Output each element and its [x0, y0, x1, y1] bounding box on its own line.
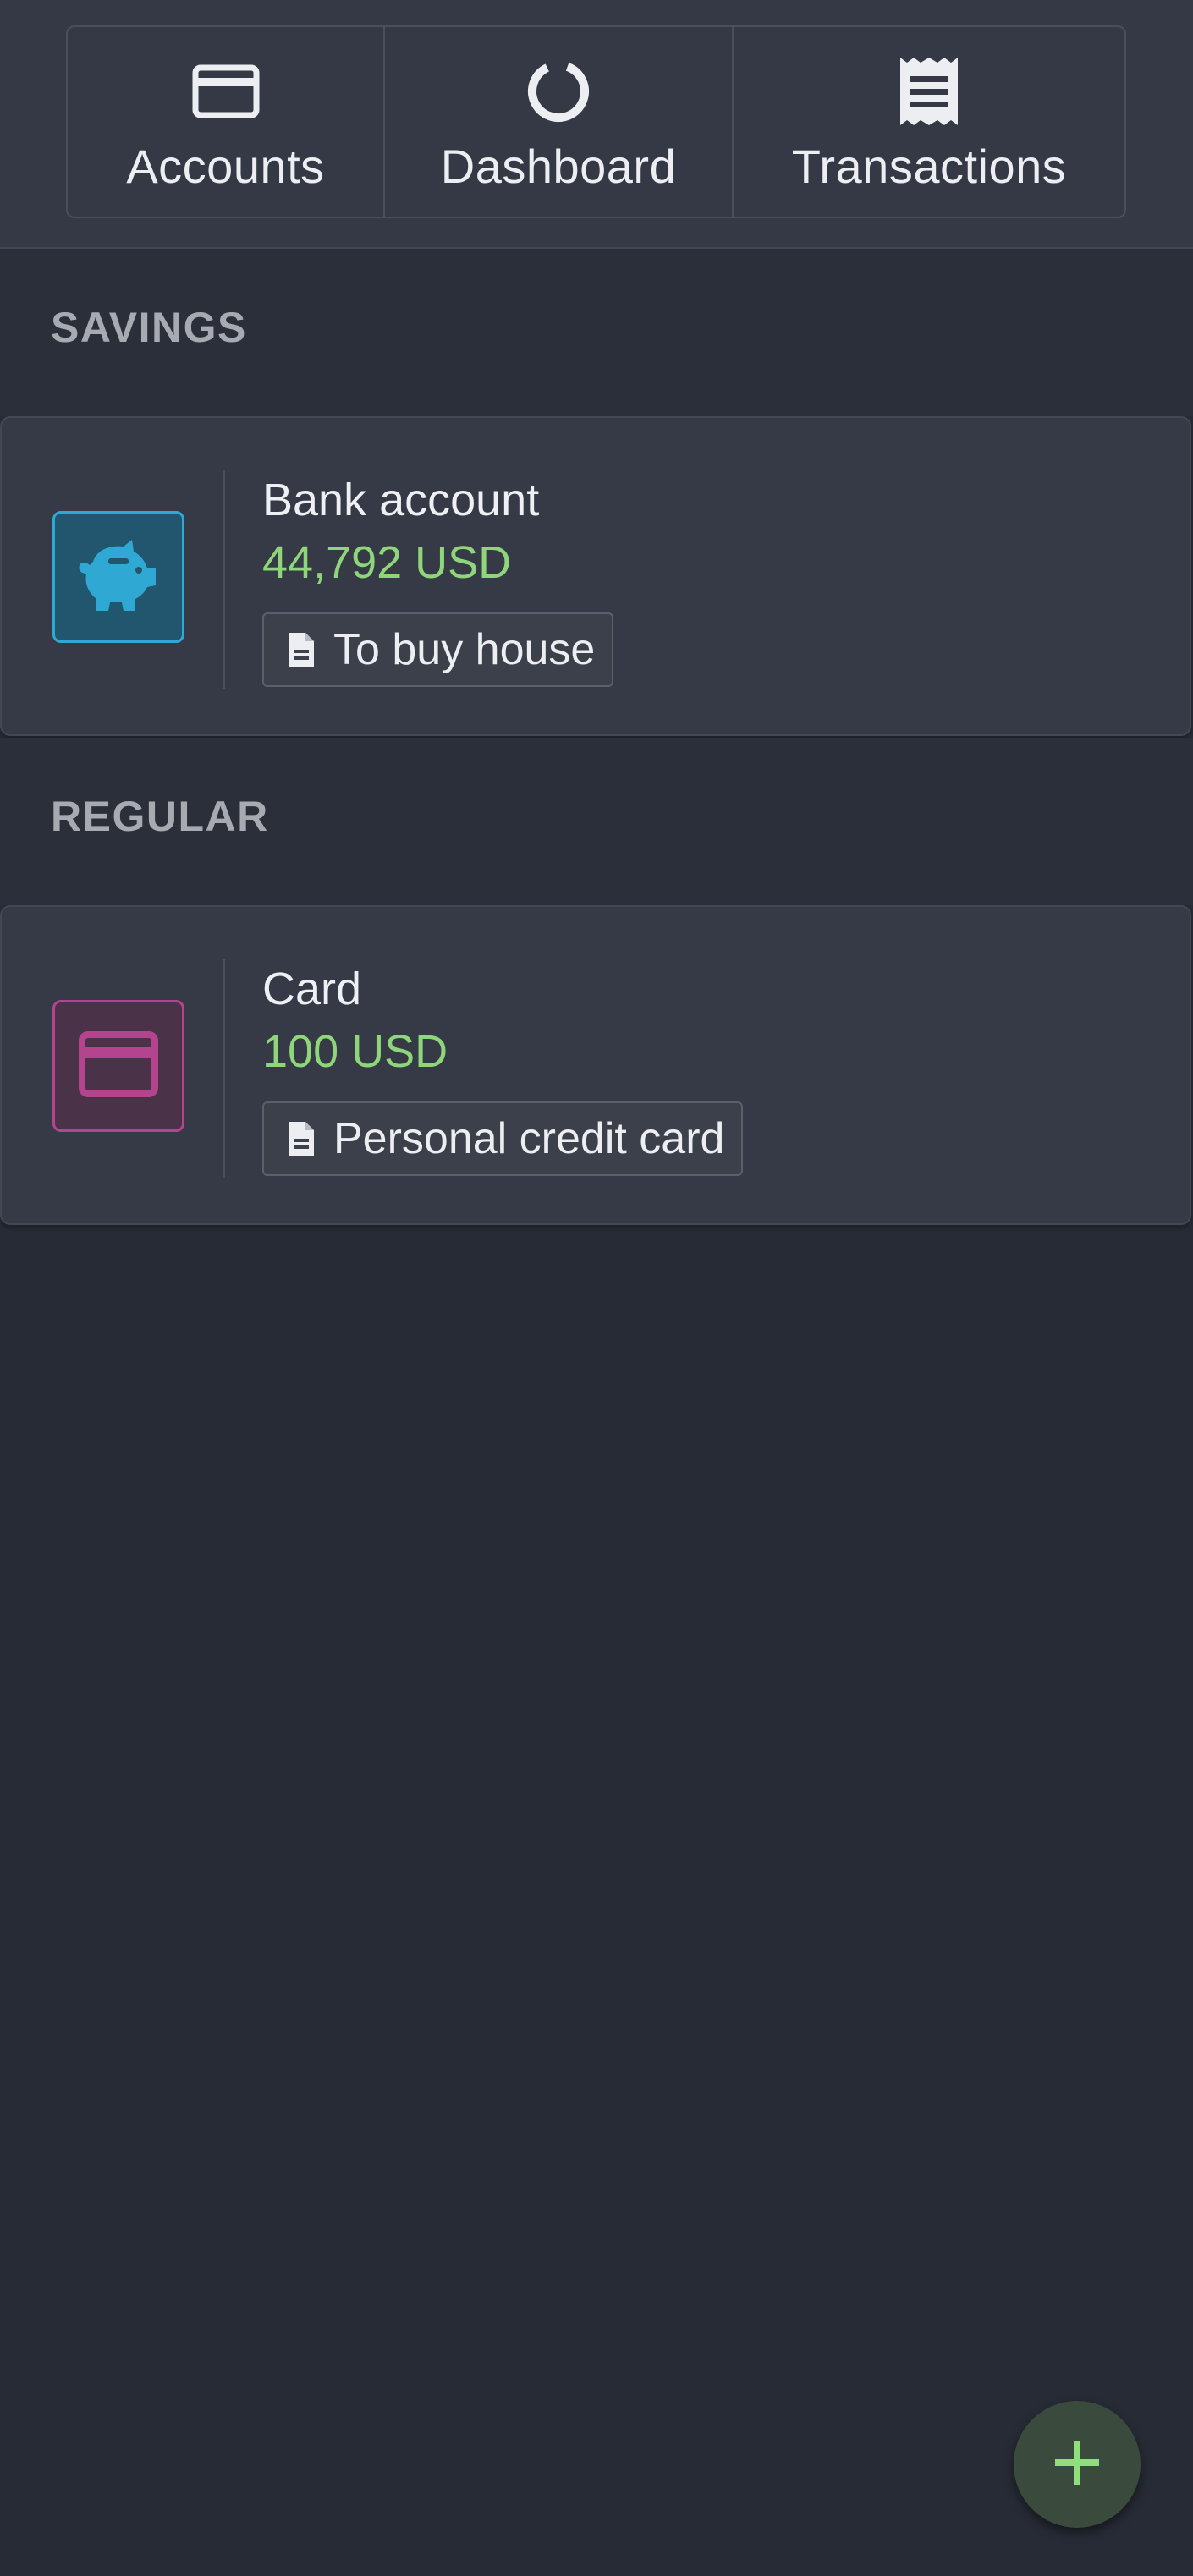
- document-icon: [284, 629, 318, 670]
- tab-bar: Accounts Dashboard Transactions: [66, 25, 1126, 218]
- tab-accounts[interactable]: Accounts: [68, 27, 383, 217]
- account-note-tag: To buy house: [262, 612, 614, 687]
- add-account-button[interactable]: [1014, 2401, 1141, 2528]
- account-card-card[interactable]: Card 100 USD Personal credit card: [0, 905, 1191, 1225]
- section-header-savings: SAVINGS: [0, 249, 1193, 416]
- account-icon-badge: [52, 511, 184, 643]
- tab-transactions[interactable]: Transactions: [732, 27, 1124, 217]
- tab-transactions-label: Transactions: [791, 140, 1067, 193]
- account-balance: 100 USD: [262, 1026, 448, 1077]
- section-header-regular: REGULAR: [0, 738, 1193, 905]
- section-title: SAVINGS: [51, 304, 247, 351]
- card-divider: [223, 470, 225, 689]
- donut-chart-icon: [525, 58, 592, 125]
- section-title: REGULAR: [51, 793, 269, 840]
- account-name: Card: [262, 964, 362, 1014]
- card-divider: [223, 959, 225, 1178]
- credit-card-icon: [78, 1030, 159, 1102]
- account-balance: 44,792 USD: [262, 537, 512, 588]
- piggy-bank-icon: [76, 536, 161, 618]
- tab-accounts-label: Accounts: [126, 140, 325, 193]
- credit-card-icon: [192, 58, 260, 125]
- tab-dashboard[interactable]: Dashboard: [383, 27, 732, 217]
- account-note-text: Personal credit card: [333, 1114, 725, 1163]
- account-note-tag: Personal credit card: [262, 1101, 744, 1176]
- receipt-icon: [895, 58, 963, 125]
- account-name: Bank account: [262, 475, 540, 525]
- account-icon-badge: [52, 1000, 184, 1132]
- plus-icon: [1052, 2437, 1102, 2492]
- tab-dashboard-label: Dashboard: [440, 140, 677, 193]
- account-card-bank-account[interactable]: Bank account 44,792 USD To buy house: [0, 416, 1191, 736]
- account-note-text: To buy house: [333, 625, 596, 674]
- top-navigation-area: Accounts Dashboard Transactions: [0, 0, 1193, 247]
- document-icon: [284, 1118, 318, 1159]
